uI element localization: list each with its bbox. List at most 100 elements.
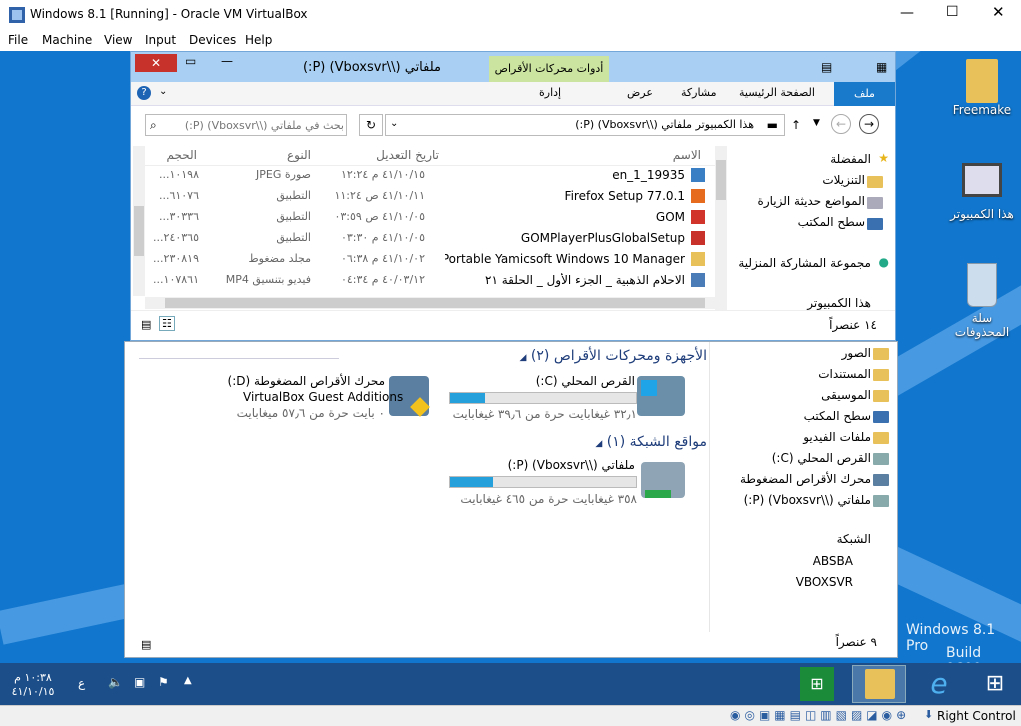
netdrive-name[interactable]: ملفاتي (\\Vboxsvr) (P:) xyxy=(445,458,635,478)
host-menu-bar: File Machine View Input Devices Help xyxy=(0,30,1021,51)
collapse-icon[interactable]: ◢ xyxy=(520,353,527,363)
file-row[interactable]: الاحلام الذهبية _ الجزء الأول _ الحلقة ٢… xyxy=(145,271,715,291)
menu-view[interactable]: View xyxy=(104,33,132,47)
minimize-icon[interactable]: — xyxy=(900,5,914,21)
refresh-button[interactable]: ↻ xyxy=(359,114,383,136)
help-icon[interactable]: ? xyxy=(137,86,151,100)
file-icon xyxy=(691,252,705,266)
file-list-scrollbar[interactable] xyxy=(133,146,145,296)
file-icon xyxy=(691,189,705,203)
menu-help[interactable]: Help xyxy=(245,33,272,47)
nav-scrollbar[interactable] xyxy=(715,146,727,310)
forward-icon[interactable]: ← xyxy=(831,114,851,134)
file-row[interactable]: Firefox Setup 77.0.1 ٤١/١٠/١١ ص ١١:٢٤ التط… xyxy=(145,187,715,207)
nav-homegroup[interactable]: مجموعة المشاركة المنزلية xyxy=(729,256,871,276)
nav-this-pc[interactable]: هذا الكمبيوتر xyxy=(731,296,871,310)
address-dropdown-icon[interactable]: ⌄ xyxy=(390,118,398,129)
start-button[interactable]: ⊞ xyxy=(980,669,1010,699)
nav-network-item[interactable]: VBOXSVR xyxy=(713,575,853,595)
contextual-tab-group: أدوات محركات الأقراص xyxy=(489,56,609,82)
minimize-icon[interactable]: — xyxy=(221,54,233,68)
nav-label: سطح المكتب xyxy=(803,409,871,423)
menu-input[interactable]: Input xyxy=(145,33,176,47)
scrollbar-thumb[interactable] xyxy=(165,298,705,308)
tab-file[interactable]: ملف xyxy=(834,82,895,106)
column-date[interactable]: تاريخ التعديل xyxy=(339,148,439,162)
nav-network-item[interactable]: ABSBA xyxy=(713,554,853,574)
search-box[interactable]: ⌕ xyxy=(145,114,347,136)
details-view-icon[interactable]: ▤ xyxy=(141,318,151,331)
file-type: فيديو بتنسيق MP4 xyxy=(225,273,311,286)
input-language[interactable]: ع xyxy=(78,676,85,690)
nav-item[interactable]: سطح المكتب xyxy=(731,215,865,235)
close-button[interactable]: ✕ xyxy=(135,54,177,72)
address-parent[interactable]: هذا الكمبيوتر xyxy=(684,118,754,131)
file-row[interactable]: Portable Yamicsoft Windows 10 Manager...… xyxy=(145,250,715,270)
store-icon[interactable]: ⊞ xyxy=(800,667,834,701)
nav-item[interactable]: الموسيقى xyxy=(711,388,871,408)
scrollbar-thumb[interactable] xyxy=(716,160,726,200)
nav-item[interactable]: المواضع حديثة الزيارة xyxy=(729,194,865,214)
folder-icon: ▤ xyxy=(821,60,833,74)
clock[interactable]: ١٠:٣٨ م ٤١/١٠/١٥ xyxy=(10,671,56,699)
menu-file[interactable]: File xyxy=(8,33,28,47)
column-size[interactable]: الحجم xyxy=(147,148,197,162)
menu-devices[interactable]: Devices xyxy=(189,33,236,47)
details-view-icon[interactable]: ▤ xyxy=(141,638,151,651)
nav-network[interactable]: الشبكة xyxy=(711,532,871,552)
desktop-icon-freemake[interactable]: Freemake xyxy=(942,59,1021,117)
properties-icon[interactable]: ▦ xyxy=(876,60,887,74)
file-row[interactable]: GOMPlayerPlusGlobalSetup ٤١/١٠/٠٥ م ٠٣:٣٠… xyxy=(145,229,715,249)
back-icon[interactable]: → xyxy=(859,114,879,134)
tab-manage[interactable]: إدارة xyxy=(539,86,561,99)
horizontal-scrollbar[interactable] xyxy=(145,297,715,309)
file-name: Portable Yamicsoft Windows 10 Manager... xyxy=(445,252,685,266)
nav-item[interactable]: المستندات xyxy=(711,367,871,387)
network-icon[interactable]: ▣ xyxy=(134,675,145,689)
volume-icon[interactable]: 🔈 xyxy=(108,675,123,689)
nav-label: المستندات xyxy=(818,367,871,381)
scrollbar-thumb[interactable] xyxy=(134,206,144,256)
nav-item[interactable]: سطح المكتب xyxy=(711,409,871,429)
action-center-flag-icon[interactable]: ⚑ xyxy=(158,675,169,689)
guest-screen: Freemake هذا الكمبيوتر سلة المحذوفات Win… xyxy=(0,51,1021,705)
device-status-icons[interactable]: ◉◎▣▦▤◫▥▧▨◪◉⊕ xyxy=(730,708,910,722)
large-icons-view-icon[interactable]: ☷ xyxy=(159,316,175,331)
desktop-icon-recycle-bin[interactable]: سلة المحذوفات xyxy=(942,263,1021,339)
close-icon[interactable]: ✕ xyxy=(992,3,1005,21)
address-current[interactable]: ملفاتي (\\Vboxsvr) (P:) xyxy=(492,118,692,131)
nav-item[interactable]: الصور xyxy=(711,346,871,366)
tab-share[interactable]: مشاركة xyxy=(681,86,717,99)
recent-locations-icon[interactable]: ▼ xyxy=(813,118,820,128)
nav-item[interactable]: ملفات الفيديو xyxy=(711,430,871,450)
taskbar-explorer-button[interactable] xyxy=(852,665,906,703)
search-input[interactable] xyxy=(166,116,344,134)
file-row[interactable]: 19935_en_1 ٤١/١٠/١٥ م ١٢:٢٤ صورة JPEG ١٠١٩٨… xyxy=(145,166,715,186)
menu-machine[interactable]: Machine xyxy=(42,33,92,47)
nav-item[interactable]: التنزيلات xyxy=(731,173,865,193)
maximize-icon[interactable]: ▭ xyxy=(185,54,196,68)
tab-view[interactable]: عرض xyxy=(627,86,653,99)
star-icon: ★ xyxy=(878,151,889,165)
nav-favorites[interactable]: المفضلة xyxy=(731,152,871,172)
expand-ribbon-icon[interactable]: ⌄ xyxy=(159,86,167,97)
desktop-icon-label: هذا الكمبيوتر xyxy=(950,207,1014,221)
nav-item[interactable]: محرك الأقراص المضغوطة xyxy=(711,472,871,492)
nav-item[interactable]: ملفاتي (\\Vboxsvr) (P:) xyxy=(711,493,871,513)
tab-home[interactable]: الصفحة الرئيسية xyxy=(739,86,815,99)
file-row[interactable]: GOM ٤١/١٠/٠٥ ص ٠٣:٥٩ التطبيق ٣٠٣٣٦... xyxy=(145,208,715,228)
internet-explorer-icon[interactable]: e xyxy=(922,667,956,701)
nav-label: القرص المحلي (C:) xyxy=(771,451,871,465)
up-arrow-icon[interactable]: ↑ xyxy=(791,118,801,132)
drive-c-name[interactable]: القرص المحلي (C:) xyxy=(445,374,635,394)
column-type[interactable]: النوع xyxy=(251,148,311,162)
show-hidden-icons[interactable]: ▲ xyxy=(184,675,192,686)
address-bar[interactable]: ⌄ ملفاتي (\\Vboxsvr) (P:) هذا الكمبيوتر … xyxy=(385,114,785,136)
nav-item[interactable]: القرص المحلي (C:) xyxy=(711,451,871,471)
column-name[interactable]: الاسم xyxy=(581,148,701,162)
file-type: صورة JPEG xyxy=(256,168,311,181)
desktop-icon-this-pc[interactable]: هذا الكمبيوتر xyxy=(942,163,1021,221)
collapse-icon[interactable]: ◢ xyxy=(595,439,602,449)
maximize-icon[interactable]: ☐ xyxy=(946,4,959,20)
file-icon xyxy=(691,273,705,287)
